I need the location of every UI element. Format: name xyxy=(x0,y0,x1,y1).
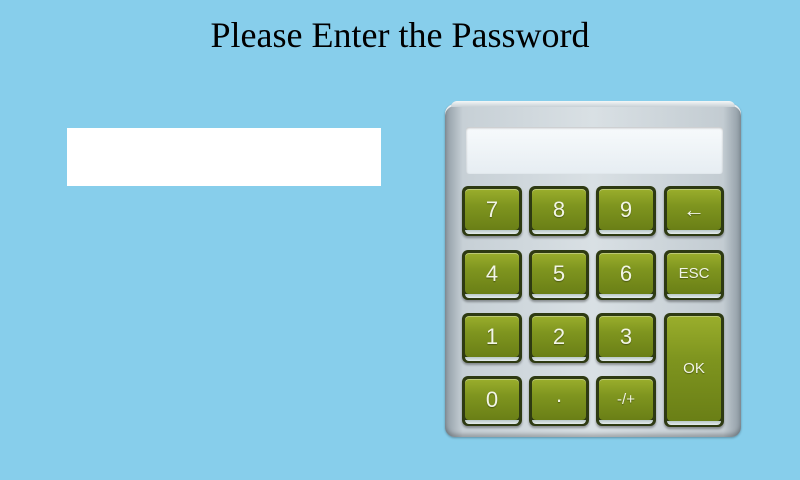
password-input[interactable] xyxy=(67,128,381,186)
key-5-button[interactable]: 5 xyxy=(529,250,589,300)
sign-toggle-label: -/+ xyxy=(599,379,653,420)
page-title: Please Enter the Password xyxy=(210,15,590,55)
key-1-label: 1 xyxy=(465,316,519,357)
key-0-button[interactable]: 0 xyxy=(462,376,522,426)
key-8-button[interactable]: 8 xyxy=(529,186,589,236)
ok-button[interactable]: OK xyxy=(664,313,724,427)
backspace-arrow-icon: ← xyxy=(667,189,721,230)
key-6-button[interactable]: 6 xyxy=(596,250,656,300)
key-8-label: 8 xyxy=(532,189,586,230)
sign-toggle-button[interactable]: -/+ xyxy=(596,376,656,426)
key-3-button[interactable]: 3 xyxy=(596,313,656,363)
esc-label: ESC xyxy=(667,253,721,294)
key-4-label: 4 xyxy=(465,253,519,294)
decimal-point-label: · xyxy=(532,379,586,420)
key-5-label: 5 xyxy=(532,253,586,294)
key-1-button[interactable]: 1 xyxy=(462,313,522,363)
key-6-label: 6 xyxy=(599,253,653,294)
key-9-button[interactable]: 9 xyxy=(596,186,656,236)
key-3-label: 3 xyxy=(599,316,653,357)
key-9-label: 9 xyxy=(599,189,653,230)
calculator-keypad: 7 8 9 ← 4 5 6 ESC 1 2 3 OK 0 · -/+ xyxy=(445,101,741,437)
key-4-button[interactable]: 4 xyxy=(462,250,522,300)
key-0-label: 0 xyxy=(465,379,519,420)
backspace-button[interactable]: ← xyxy=(664,186,724,236)
keypad-display xyxy=(466,127,723,174)
key-2-label: 2 xyxy=(532,316,586,357)
decimal-point-button[interactable]: · xyxy=(529,376,589,426)
key-7-label: 7 xyxy=(465,189,519,230)
key-2-button[interactable]: 2 xyxy=(529,313,589,363)
key-7-button[interactable]: 7 xyxy=(462,186,522,236)
esc-button[interactable]: ESC xyxy=(664,250,724,300)
ok-label: OK xyxy=(667,316,721,421)
